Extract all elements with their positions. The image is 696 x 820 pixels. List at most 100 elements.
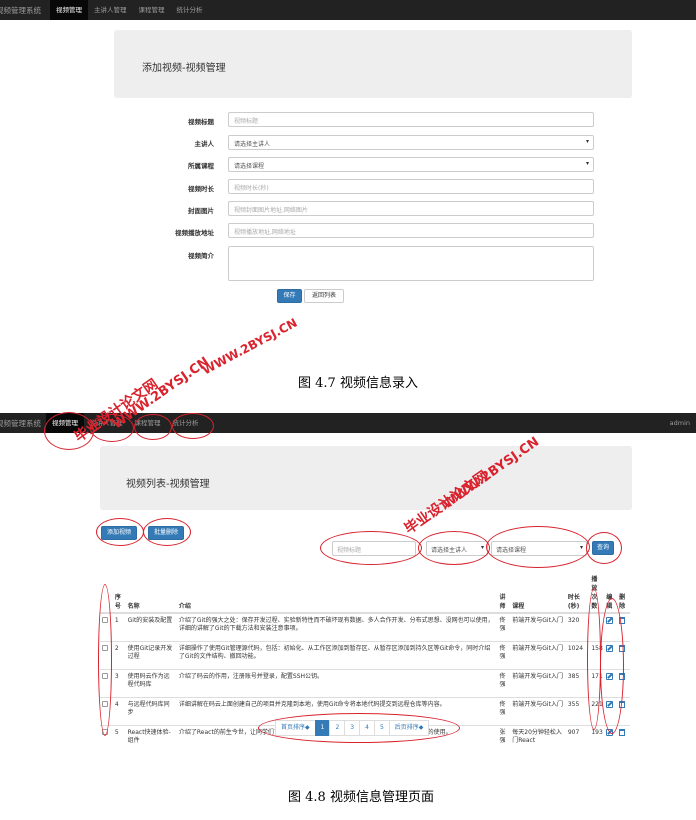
field-label: 封面图片 [188,207,214,215]
navbar-brand[interactable]: 视频管理系统 [0,418,41,429]
nav-item-speaker[interactable]: 主讲人管理 [88,0,133,20]
navbar-brand[interactable]: 视频管理系统 [0,5,41,16]
field-label: 所属课程 [188,162,214,170]
speaker-select-value: 请选择主讲人 [234,141,271,148]
watermark-url: WWW.2BYSJ.CN [200,315,300,378]
column-header-course: 课程 [510,572,566,614]
trash-icon[interactable] [619,644,626,652]
speaker-select[interactable]: 请选择主讲人 ▾ [228,135,594,150]
edit-icon[interactable] [606,728,614,736]
chevron-down-icon: ▾ [585,138,589,145]
column-header-index: 序号 [112,572,126,614]
pagination-page[interactable]: 3 [344,720,361,736]
chevron-down-icon: ▾ [579,544,583,551]
trash-icon[interactable] [619,672,626,680]
row-index: 1 [112,612,126,641]
row-plays: 193 [589,724,605,753]
row-duration: 320 [565,612,590,641]
nav-item-video[interactable]: 视频管理 [50,0,88,20]
figure-caption: 图 4.8 视频信息管理页面 [288,790,434,805]
chevron-down-icon: ▾ [585,160,589,167]
course-select[interactable]: 请选择课程 ▾ [228,157,594,172]
row-checkbox[interactable] [102,617,108,623]
edit-icon[interactable] [606,672,614,680]
row-speaker: 佟强 [497,640,511,669]
row-plays: 171 [589,668,605,697]
row-checkbox[interactable] [102,644,108,651]
row-checkbox[interactable] [102,728,108,735]
edit-icon[interactable] [606,700,614,708]
trash-icon[interactable] [619,617,626,624]
row-duration: 907 [565,724,590,753]
back-to-list-button[interactable]: 返回列表 [304,289,344,303]
column-header-delete: 删除 [617,572,630,614]
row-course: 前端开发与Git入门 [510,696,566,725]
row-speaker: 张强 [497,724,511,753]
row-course: 前端开发与Git入门 [510,668,566,697]
course-filter-select[interactable]: 请选择课程 ▾ [491,541,587,556]
batch-delete-button[interactable]: 批量删除 [148,526,184,540]
row-plays: 221 [589,696,605,725]
table-header-row: 序号 名称 介绍 讲师 课程 时长(秒) 播放次数 编辑 删除 [100,572,630,614]
edit-icon[interactable] [606,644,614,652]
course-select-value: 请选择课程 [234,163,265,170]
row-speaker: 佟强 [497,668,511,697]
pagination-page[interactable]: 5 [373,720,390,736]
nav-item-course[interactable]: 课程管理 [133,0,171,20]
column-header-plays: 播放次数 [589,572,605,614]
duration-input[interactable]: 视频时长(秒) [228,179,594,194]
pagination-page[interactable]: 4 [359,720,375,736]
row-name: React快速体验-组件 [125,724,177,753]
speaker-filter-value: 请选择主讲人 [431,547,468,554]
row-name: 使用码云作为远程代码库 [125,668,177,697]
row-index: 5 [112,724,126,753]
row-name: 使用Git记录开发过程 [125,640,177,669]
video-title-input[interactable]: 视频标题 [228,112,594,127]
navbar-nav: 视频管理 主讲人管理 课程管理 统计分析 [50,0,209,20]
edit-icon[interactable] [606,617,614,624]
row-duration: 385 [565,668,590,697]
pagination-next[interactable]: 后页排序◆ [388,720,430,736]
save-button[interactable]: 保存 [277,289,302,303]
trash-icon[interactable] [619,728,626,736]
row-duration: 355 [565,696,590,725]
add-video-button[interactable]: 添加视频 [101,526,137,540]
play-url-input[interactable]: 视频播放地址,网络地址 [228,223,594,238]
nav-item-stats[interactable]: 统计分析 [171,0,209,20]
search-input[interactable]: 视频标题 [332,541,416,556]
nav-item-stats[interactable]: 统计分析 [167,413,205,433]
row-speaker: 佟强 [497,612,511,641]
row-checkbox[interactable] [102,672,108,679]
pagination-page[interactable]: 2 [329,720,346,736]
row-index: 4 [112,696,126,725]
row-intro: 介绍了Git的强大之处：保存开发过程、实验新特性而不破坏现有数据、多人合作开发、… [176,612,498,641]
column-header-duration: 时长(秒) [565,572,590,614]
column-header-name: 名称 [125,572,177,614]
intro-textarea[interactable] [228,246,594,281]
figure-caption: 图 4.7 视频信息录入 [298,376,418,391]
field-label: 视频时长 [188,185,214,193]
list-header: 视频列表-视频管理 [100,446,632,510]
row-course: 前端开发与Git入门 [510,640,566,669]
table-row: 2 使用Git记录开发过程 详细操作了使用Git管理源代码，包括：初始化、从工作… [100,640,630,669]
cover-url-input[interactable]: 视频封面图片地址,网络图片 [228,201,594,216]
pagination-prev[interactable]: 首页排序◆ [275,720,316,736]
row-name: 与远程代码库同步 [125,696,177,725]
speaker-filter-select[interactable]: 请选择主讲人 ▾ [426,541,488,556]
column-header-edit: 编辑 [604,572,618,614]
query-button[interactable]: 查询 [592,541,614,555]
row-plays: 158 [589,640,605,669]
field-label: 视频播放地址 [175,229,214,237]
course-filter-value: 请选择课程 [496,547,527,554]
trash-icon[interactable] [619,700,626,708]
row-intro: 介绍了码云的作用，注册账号并登录，配置SSH公钥。 [176,668,498,697]
table-row: 1 Git的安装及配置 介绍了Git的强大之处：保存开发过程、实验新特性而不破坏… [100,612,630,641]
row-course: 每天20分钟轻松入门React [510,724,566,753]
navbar-top: 视频管理系统 视频管理 主讲人管理 课程管理 统计分析 [0,0,696,20]
row-index: 2 [112,640,126,669]
pagination-page[interactable]: 1 [314,720,331,736]
user-name[interactable]: admin [670,413,690,433]
table-row: 3 使用码云作为远程代码库 介绍了码云的作用，注册账号并登录，配置SSH公钥。 … [100,668,630,697]
row-checkbox[interactable] [102,700,108,707]
row-speaker: 佟强 [497,696,511,725]
